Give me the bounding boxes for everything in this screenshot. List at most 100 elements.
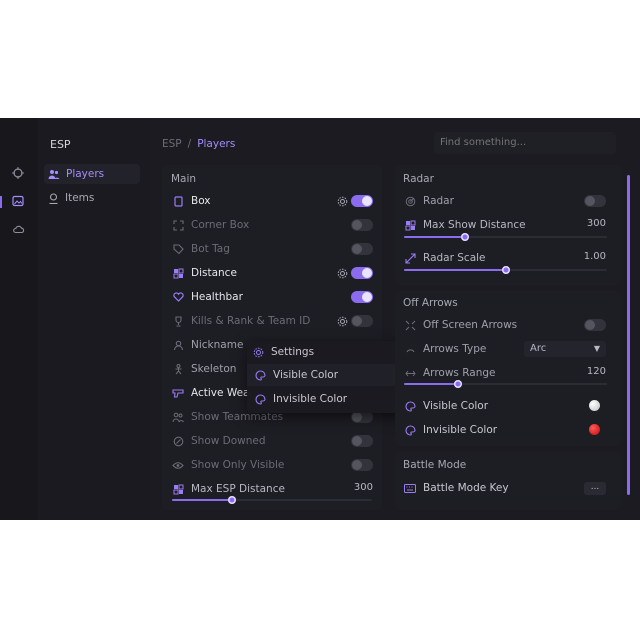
option-label: Bot Tag <box>191 243 230 255</box>
corner-box-icon <box>172 219 184 231</box>
sidebar-item-label: Items <box>65 192 95 204</box>
option-nickname[interactable]: Nickname <box>172 335 243 355</box>
option-invisible-color[interactable]: Invisible Color <box>404 420 497 440</box>
breadcrumb-current: Players <box>197 138 236 150</box>
slider-fill <box>172 499 232 501</box>
box-icon <box>172 195 184 207</box>
option-distance[interactable]: Distance <box>172 263 237 283</box>
popup-header: Settings <box>253 346 314 358</box>
scrollbar[interactable] <box>627 175 630 495</box>
gear-icon[interactable] <box>337 196 348 207</box>
option-label: Battle Mode Key <box>423 482 509 494</box>
image-icon[interactable] <box>11 194 25 208</box>
option-label: Box <box>191 195 211 207</box>
max-esp-distance-slider[interactable] <box>172 496 372 504</box>
breadcrumb: ESP / Players <box>162 138 235 150</box>
battle-mode-key-button[interactable]: ... <box>584 482 606 495</box>
option-label: Kills & Rank & Team ID <box>191 315 311 327</box>
option-label: Radar <box>423 195 454 207</box>
palette-icon <box>404 400 416 412</box>
option-healthbar[interactable]: Healthbar <box>172 287 243 307</box>
kills-rank-toggle[interactable] <box>351 315 373 327</box>
dropdown-value: Arc <box>530 343 547 354</box>
radar-scale-slider[interactable] <box>404 266 607 274</box>
option-label: Max Show Distance <box>423 219 526 231</box>
option-label: Skeleton <box>191 363 237 375</box>
radar-scale-value: 1.00 <box>583 251 606 262</box>
distance-icon <box>172 267 184 279</box>
popup-item-label: Visible Color <box>273 369 339 381</box>
option-box[interactable]: Box <box>172 191 211 211</box>
option-radar-scale: Radar Scale <box>404 248 486 268</box>
option-label: Radar Scale <box>423 252 486 264</box>
bot-tag-toggle[interactable] <box>351 243 373 255</box>
option-arrows-type: Arrows Type <box>404 339 486 359</box>
option-show-downed[interactable]: Show Downed <box>172 431 266 451</box>
show-only-visible-toggle[interactable] <box>351 459 373 471</box>
option-label: Nickname <box>191 339 244 351</box>
max-show-distance-value: 300 <box>586 218 606 229</box>
slider-thumb[interactable] <box>461 233 469 241</box>
option-visible-color[interactable]: Visible Color <box>404 396 488 416</box>
option-off-screen-arrows[interactable]: Off Screen Arrows <box>404 315 517 335</box>
user-icon <box>172 339 184 351</box>
arrows-range-value: 120 <box>586 366 606 377</box>
radar-toggle[interactable] <box>584 195 606 207</box>
slider-thumb[interactable] <box>502 266 510 274</box>
option-battle-mode-key: Battle Mode Key <box>404 478 509 498</box>
radar-icon <box>404 195 416 207</box>
distance-toggle[interactable] <box>351 267 373 279</box>
crosshair-icon[interactable] <box>11 166 25 180</box>
chevron-down-icon: ▼ <box>593 344 600 353</box>
sidebar-item-label: Players <box>66 168 105 180</box>
slider-thumb[interactable] <box>228 496 236 504</box>
sidebar-title: ESP <box>50 138 71 151</box>
max-esp-distance-value: 300 <box>353 482 373 493</box>
downed-icon <box>172 435 184 447</box>
box-toggle[interactable] <box>351 195 373 207</box>
trophy-icon <box>172 315 184 327</box>
option-show-only-visible[interactable]: Show Only Visible <box>172 455 284 475</box>
option-bot-tag[interactable]: Bot Tag <box>172 239 230 259</box>
heart-icon <box>172 291 184 303</box>
popup-title: Settings <box>271 346 315 358</box>
range-icon <box>404 367 416 379</box>
breadcrumb-root[interactable]: ESP <box>162 138 182 150</box>
invisible-color-swatch[interactable] <box>589 424 600 435</box>
cloud-icon[interactable] <box>11 222 25 236</box>
gear-icon[interactable] <box>337 316 348 327</box>
option-label: Invisible Color <box>423 424 498 436</box>
search-input[interactable] <box>434 132 616 154</box>
max-show-distance-slider[interactable] <box>404 233 607 241</box>
off-screen-arrows-toggle[interactable] <box>584 319 606 331</box>
slider-fill <box>404 236 465 238</box>
slider-fill <box>404 269 506 271</box>
option-corner-box[interactable]: Corner Box <box>172 215 249 235</box>
palette-icon <box>255 393 266 405</box>
option-skeleton[interactable]: Skeleton <box>172 359 236 379</box>
palette-icon <box>255 369 266 381</box>
sidebar-item-items[interactable]: Items <box>44 188 140 208</box>
arrows-range-slider[interactable] <box>404 380 607 388</box>
sidebar-item-players[interactable]: Players <box>44 164 140 184</box>
gear-icon[interactable] <box>337 268 348 279</box>
breadcrumb-separator: / <box>187 138 192 150</box>
option-kills-rank[interactable]: Kills & Rank & Team ID <box>172 311 310 331</box>
corner-box-toggle[interactable] <box>351 219 373 231</box>
option-radar[interactable]: Radar <box>404 191 454 211</box>
option-max-show-distance: Max Show Distance <box>404 215 526 235</box>
show-downed-toggle[interactable] <box>351 435 373 447</box>
rail-active-marker <box>0 196 2 208</box>
visible-color-swatch[interactable] <box>589 400 600 411</box>
option-label: Corner Box <box>191 219 250 231</box>
item-icon <box>48 192 59 204</box>
distance-icon <box>404 219 416 231</box>
option-label: Show Downed <box>191 435 266 447</box>
healthbar-toggle[interactable] <box>351 291 373 303</box>
arrows-type-dropdown[interactable]: Arc ▼ <box>524 341 606 357</box>
weapon-icon <box>172 387 184 399</box>
arrow-type-icon <box>404 343 416 355</box>
option-label: Show Only Visible <box>191 459 285 471</box>
eye-icon <box>172 459 184 471</box>
slider-thumb[interactable] <box>454 380 462 388</box>
